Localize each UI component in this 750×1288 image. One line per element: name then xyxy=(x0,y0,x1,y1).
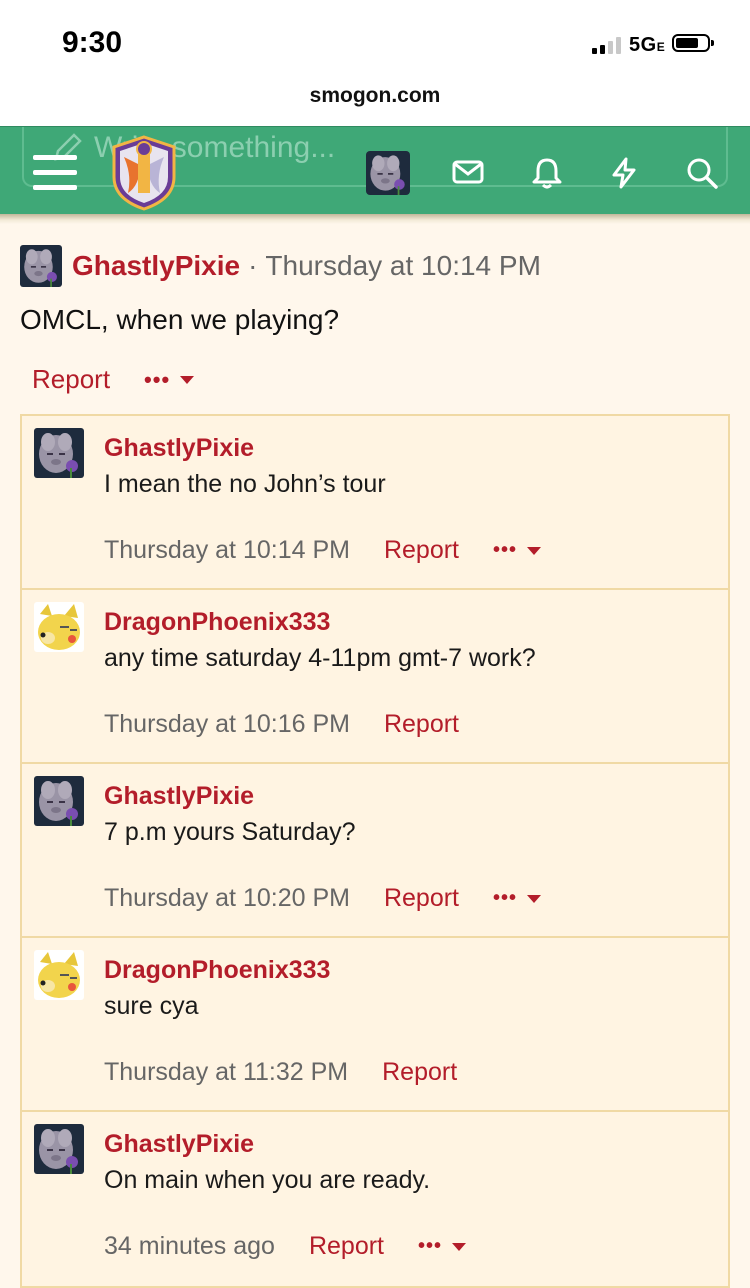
comment-footer: 34 minutes ago Report ••• xyxy=(104,1232,467,1261)
comment-item: DragonPhoenix333 sure cya Thursday at 11… xyxy=(22,938,728,1112)
post-date[interactable]: Thursday at 10:14 PM xyxy=(265,250,540,282)
caret-down-icon xyxy=(527,546,542,555)
post-header: GhastlyPixie · Thursday at 10:14 PM xyxy=(20,244,541,288)
signal-icon xyxy=(592,36,621,54)
comment-date[interactable]: Thursday at 10:14 PM xyxy=(104,536,350,565)
user-avatar[interactable] xyxy=(366,151,410,195)
more-dots-icon: ••• xyxy=(493,539,518,561)
comment-footer: Thursday at 10:16 PM Report xyxy=(104,710,459,739)
lightning-icon[interactable] xyxy=(610,157,638,194)
search-icon[interactable] xyxy=(686,157,718,194)
comment-text: I mean the no John’s tour xyxy=(104,470,386,498)
comment-footer: Thursday at 10:20 PM Report ••• xyxy=(104,884,542,913)
caret-down-icon xyxy=(180,375,195,384)
status-bar: 9:30 5GE xyxy=(0,0,750,80)
comment-avatar[interactable] xyxy=(34,776,84,826)
more-dots-icon: ••• xyxy=(144,366,171,392)
comment-avatar[interactable] xyxy=(34,428,84,478)
network-suffix: E xyxy=(656,40,666,54)
hamburger-icon[interactable] xyxy=(33,155,77,191)
comment-author-link[interactable]: DragonPhoenix333 xyxy=(104,956,330,985)
comment-text: 7 p.m yours Saturday? xyxy=(104,818,356,846)
comment-date[interactable]: Thursday at 10:20 PM xyxy=(104,884,350,913)
comment-item: DragonPhoenix333 any time saturday 4-11p… xyxy=(22,590,728,764)
smogon-logo-icon[interactable] xyxy=(110,135,178,216)
nav-shadow xyxy=(0,214,750,224)
comment-date[interactable]: Thursday at 11:32 PM xyxy=(104,1058,348,1087)
comment-more-menu-button[interactable]: ••• xyxy=(493,887,542,910)
comment-avatar[interactable] xyxy=(34,1124,84,1174)
comment-item: GhastlyPixie I mean the no John’s tour T… xyxy=(22,416,728,590)
comment-report-link[interactable]: Report xyxy=(384,710,459,739)
comment-author-link[interactable]: GhastlyPixie xyxy=(104,1130,254,1159)
browser-url-bar[interactable]: smogon.com xyxy=(0,80,750,126)
comment-report-link[interactable]: Report xyxy=(382,1058,457,1087)
caret-down-icon xyxy=(527,894,542,903)
comment-date[interactable]: Thursday at 10:16 PM xyxy=(104,710,350,739)
comment-author-link[interactable]: GhastlyPixie xyxy=(104,782,254,811)
comment-footer: Thursday at 10:14 PM Report ••• xyxy=(104,536,542,565)
comment-avatar[interactable] xyxy=(34,602,84,652)
caret-down-icon xyxy=(452,1242,467,1251)
network-indicator: 5GE xyxy=(629,34,665,57)
comment-report-link[interactable]: Report xyxy=(384,536,459,565)
envelope-icon[interactable] xyxy=(452,157,484,192)
post-actions: Report ••• xyxy=(32,364,195,395)
comment-report-link[interactable]: Report xyxy=(384,884,459,913)
comment-item: GhastlyPixie On main when you are ready.… xyxy=(22,1112,728,1286)
more-dots-icon: ••• xyxy=(493,887,518,909)
comment-more-menu-button[interactable]: ••• xyxy=(418,1235,467,1258)
clock: 9:30 xyxy=(62,26,123,59)
comment-author-link[interactable]: DragonPhoenix333 xyxy=(104,608,330,637)
comment-text: On main when you are ready. xyxy=(104,1166,431,1194)
post-author-link[interactable]: GhastlyPixie xyxy=(72,250,240,282)
post-body: OMCL, when we playing? xyxy=(20,304,340,335)
comment-list: GhastlyPixie I mean the no John’s tour T… xyxy=(20,414,730,1288)
comment-item: GhastlyPixie 7 p.m yours Saturday? Thurs… xyxy=(22,764,728,938)
comment-author-link[interactable]: GhastlyPixie xyxy=(104,434,254,463)
comment-date[interactable]: 34 minutes ago xyxy=(104,1232,275,1261)
more-menu-button[interactable]: ••• xyxy=(144,366,195,393)
comment-footer: Thursday at 11:32 PM Report xyxy=(104,1058,457,1087)
comment-more-menu-button[interactable]: ••• xyxy=(493,539,542,562)
comment-text: any time saturday 4-11pm gmt-7 work? xyxy=(104,644,536,672)
comment-avatar[interactable] xyxy=(34,950,84,1000)
more-dots-icon: ••• xyxy=(418,1235,443,1257)
report-link[interactable]: Report xyxy=(32,364,110,395)
comment-text: sure cya xyxy=(104,992,199,1020)
bell-icon[interactable] xyxy=(532,157,562,194)
top-navigation: Write something... xyxy=(0,126,750,215)
post-separator: · xyxy=(248,250,258,281)
url-text: smogon.com xyxy=(309,84,441,107)
comment-report-link[interactable]: Report xyxy=(309,1232,384,1261)
network-label: 5G xyxy=(629,34,657,56)
post-author-avatar[interactable] xyxy=(20,245,62,287)
battery-icon xyxy=(672,34,714,52)
